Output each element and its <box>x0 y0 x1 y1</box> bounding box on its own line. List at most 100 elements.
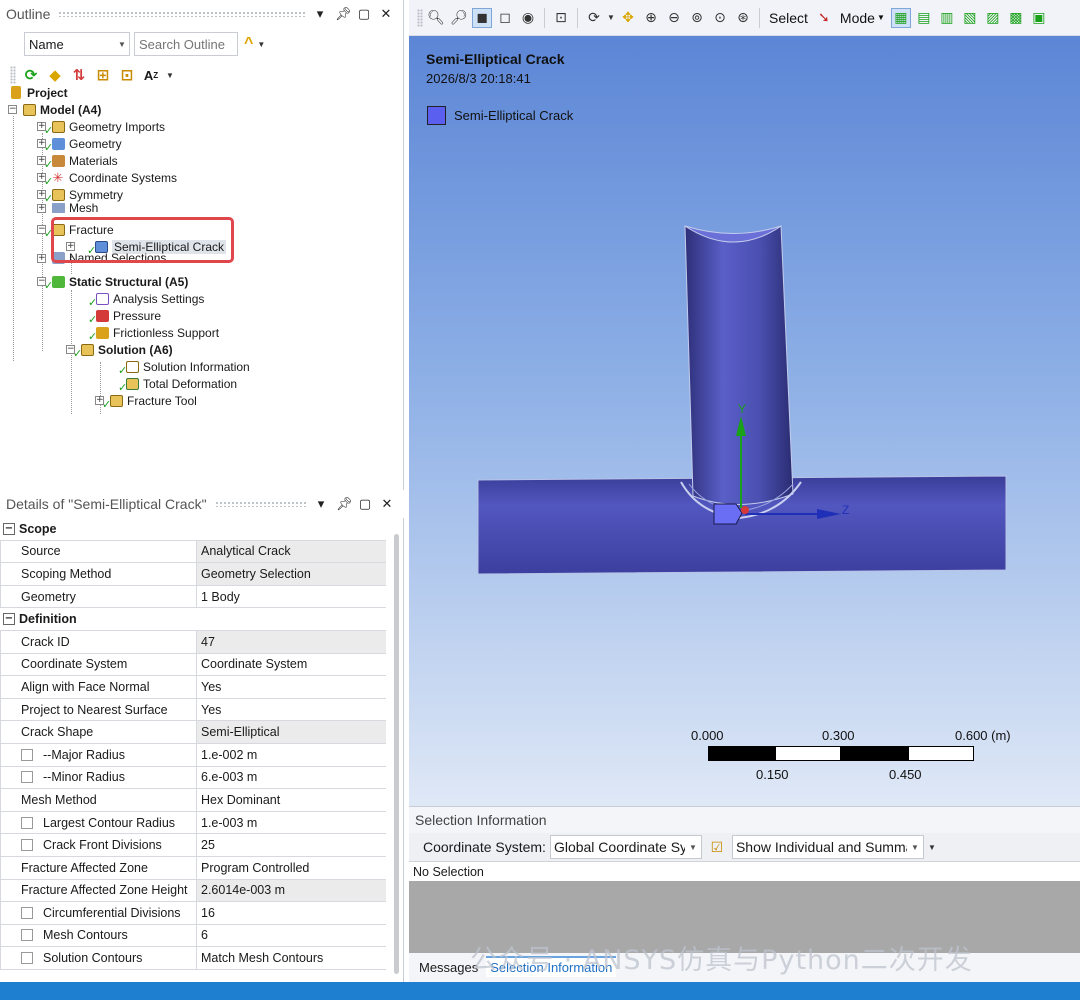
details-row-major-radius[interactable]: --Major Radius 1.e-002 m <box>0 743 386 767</box>
maximize-icon[interactable]: ▢ <box>358 496 372 512</box>
collapse-toggle[interactable]: − <box>3 613 15 626</box>
expand-all-icon[interactable]: ⊞ <box>94 66 112 84</box>
next-view-icon[interactable]: ⊛ <box>733 8 753 28</box>
pin-icon[interactable]: 📌︎ <box>336 496 353 512</box>
edit-checkbox-icon[interactable]: ☑ <box>706 839 728 856</box>
zoom-out-icon[interactable]: ⊖ <box>664 8 684 28</box>
parameter-checkbox[interactable] <box>21 906 33 919</box>
tree-node-total-deformation[interactable]: ✓ Total Deformation <box>110 375 237 395</box>
details-row-crack-id[interactable]: Crack ID 47 <box>0 630 386 654</box>
sort-combo[interactable]: Name ▼ <box>24 32 130 56</box>
parameter-checkbox[interactable] <box>21 771 33 784</box>
tree-node-mesh[interactable]: + Mesh <box>37 203 98 213</box>
previous-view-icon[interactable]: ⊙ <box>710 8 730 28</box>
tree-node-static-structural[interactable]: − ✓ Static Structural (A5) <box>37 273 188 292</box>
tree-node-coordinate-systems[interactable]: + ✳ ✓ Coordinate Systems <box>37 169 177 188</box>
chevron-up-icon[interactable]: ^ <box>244 35 253 53</box>
3d-viewport[interactable]: Semi-Elliptical Crack 2026/8/3 20:18:41 … <box>409 36 1080 806</box>
details-row-crack-shape[interactable]: Crack Shape Semi-Elliptical <box>0 721 386 744</box>
scale-label: 0.000 <box>691 728 724 743</box>
details-scrollbar[interactable] <box>394 534 399 974</box>
parameter-checkbox[interactable] <box>21 952 33 965</box>
outline-title: Outline <box>6 6 51 22</box>
details-row-mesh-method[interactable]: Mesh Method Hex Dominant <box>0 789 386 812</box>
zoom-in-icon[interactable]: ⊕ <box>641 8 661 28</box>
coordinate-system-select[interactable]: Global Coordinate Sy ▼ <box>549 835 702 859</box>
details-row-align-face-normal[interactable]: Align with Face Normal Yes <box>0 676 386 699</box>
close-icon[interactable]: ✕ <box>380 496 394 512</box>
tree-node-symmetry[interactable]: + ✓ Symmetry <box>37 186 123 205</box>
details-row-geometry[interactable]: Geometry 1 Body <box>0 585 386 609</box>
chevron-down-icon[interactable]: ▼ <box>607 8 615 28</box>
sort-updown-icon[interactable]: ⇅ <box>70 66 88 84</box>
select-vertex-icon[interactable]: ▧ <box>960 8 980 28</box>
show-vertices-icon[interactable]: ◉ <box>518 8 538 28</box>
tree-node-project[interactable]: Project <box>8 84 68 101</box>
zoom-icon[interactable]: 🔎︎ <box>449 8 469 28</box>
details-row-scoping-method[interactable]: Scoping Method Geometry Selection <box>0 563 386 586</box>
details-row-minor-radius[interactable]: --Minor Radius 6.e-003 m <box>0 766 386 790</box>
close-icon[interactable]: ✕ <box>379 6 393 22</box>
box-zoom-icon[interactable]: ⊚ <box>687 8 707 28</box>
dropdown-icon[interactable]: ▾ <box>314 496 328 512</box>
wireframe-icon[interactable]: ◻ <box>495 8 515 28</box>
tree-node-geometry[interactable]: + ✓ Geometry <box>37 135 122 154</box>
tree-node-pressure[interactable]: ✓ Pressure <box>80 307 161 327</box>
chevron-down-icon[interactable]: ▼ <box>257 40 265 49</box>
collapse-toggle[interactable]: − <box>3 522 15 535</box>
select-face-icon[interactable]: ▤ <box>914 8 934 28</box>
details-row-fracture-affected-zone-height[interactable]: Fracture Affected Zone Height 2.6014e-003… <box>0 879 386 903</box>
collapse-toggle[interactable]: − <box>8 105 17 114</box>
select-body-icon[interactable]: ▦ <box>890 7 911 28</box>
solution-information-icon: ✓ <box>118 359 140 377</box>
tree-node-materials[interactable]: + ✓ Materials <box>37 152 118 171</box>
tree-node-analysis-settings[interactable]: ✓ Analysis Settings <box>80 290 204 310</box>
group-header-scope[interactable]: − Scope <box>0 518 386 541</box>
details-row-mesh-contours[interactable]: Mesh Contours 6 <box>0 924 386 948</box>
parameter-checkbox[interactable] <box>21 748 33 761</box>
cross-section-icon[interactable]: ⊡ <box>551 8 571 28</box>
details-row-circumferential-divisions[interactable]: Circumferential Divisions 16 <box>0 902 386 925</box>
mode-button[interactable]: Mode ▼ <box>837 10 888 26</box>
tree-node-frictionless-support[interactable]: ✓ Frictionless Support <box>80 324 219 344</box>
cursor-icon[interactable]: ➘ <box>814 8 834 28</box>
tree-node-solution[interactable]: − ✓ Solution (A6) <box>66 341 173 360</box>
refresh-icon[interactable]: ⟳ <box>22 66 40 84</box>
tree-node-fracture-tool[interactable]: + ✓ Fracture Tool <box>95 392 197 411</box>
parameter-checkbox[interactable] <box>21 839 33 852</box>
tree-node-solution-information[interactable]: ✓ Solution Information <box>110 358 250 378</box>
pin-icon[interactable]: 📌︎ <box>335 6 352 22</box>
parameter-checkbox[interactable] <box>21 816 33 829</box>
chevron-down-icon[interactable]: ▼ <box>166 71 174 80</box>
select-node-icon[interactable]: ▨ <box>983 8 1003 28</box>
tree-node-geometry-imports[interactable]: + ✓ Geometry Imports <box>37 118 165 137</box>
details-row-crack-front-divisions[interactable]: Crack Front Divisions 25 <box>0 834 386 857</box>
tree-node-model[interactable]: − Model (A4) <box>8 101 101 118</box>
rotate-icon[interactable]: ⟳ <box>584 8 604 28</box>
details-row-source[interactable]: Source Analytical Crack <box>0 540 386 564</box>
solid-view-icon[interactable]: ◼ <box>472 7 492 28</box>
zoom-to-fit-icon[interactable]: 🔍︎ <box>426 8 446 28</box>
select-element-icon[interactable]: ▩ <box>1006 8 1026 28</box>
details-row-coordinate-system[interactable]: Coordinate System Coordinate System <box>0 653 386 677</box>
expand-toggle[interactable]: + <box>37 253 46 263</box>
collapse-icon[interactable]: ⊡ <box>118 66 136 84</box>
pan-icon[interactable]: ✥ <box>618 8 638 28</box>
details-row-project-nearest-surface[interactable]: Project to Nearest Surface Yes <box>0 698 386 722</box>
select-edge-icon[interactable]: ▥ <box>937 8 957 28</box>
maximize-icon[interactable]: ▢ <box>357 6 371 22</box>
select-label[interactable]: Select <box>766 10 811 26</box>
show-mode-select[interactable]: Show Individual and Summa ▼ <box>731 835 924 859</box>
expand-toggle[interactable]: + <box>37 203 46 213</box>
details-row-largest-contour-radius[interactable]: Largest Contour Radius 1.e-003 m <box>0 811 386 835</box>
group-header-definition[interactable]: − Definition <box>0 608 386 631</box>
search-input[interactable] <box>134 32 238 56</box>
details-row-solution-contours[interactable]: Solution Contours Match Mesh Contours <box>0 947 386 970</box>
select-mesh-icon[interactable]: ▣ <box>1029 8 1049 28</box>
eraser-icon[interactable]: ◆ <box>46 66 64 84</box>
sort-alpha-icon[interactable]: AZ <box>142 66 160 84</box>
chevron-down-icon[interactable]: ▼ <box>928 843 936 852</box>
dropdown-icon[interactable]: ▾ <box>313 6 327 22</box>
parameter-checkbox[interactable] <box>21 929 33 942</box>
details-row-fracture-affected-zone[interactable]: Fracture Affected Zone Program Controlled <box>0 856 386 880</box>
